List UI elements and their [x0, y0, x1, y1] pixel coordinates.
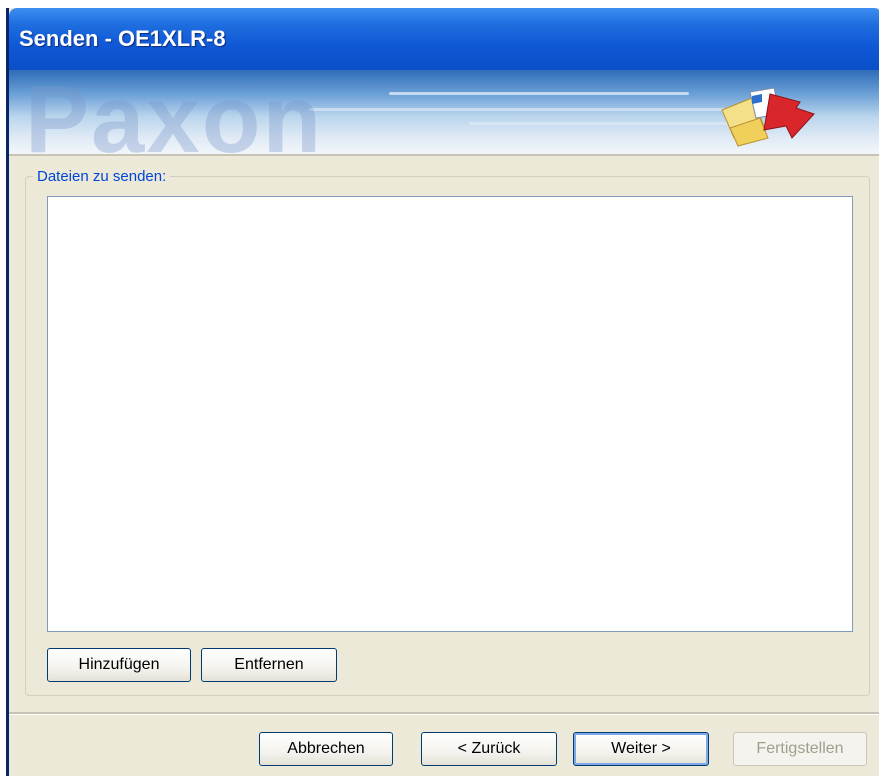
- next-button[interactable]: Weiter >: [573, 732, 709, 766]
- paxon-logo-text: Paxon: [25, 70, 324, 155]
- banner-divider: [9, 154, 879, 156]
- title-bar[interactable]: Senden - OE1XLR-8: [9, 8, 879, 70]
- cancel-button[interactable]: Abbrechen: [259, 732, 393, 766]
- files-group-label: Dateien zu senden:: [33, 168, 171, 185]
- back-button[interactable]: < Zurück: [421, 732, 557, 766]
- remove-file-button[interactable]: Entfernen: [201, 648, 337, 682]
- file-transfer-icon: [721, 87, 815, 147]
- window-title: Senden - OE1XLR-8: [19, 26, 226, 51]
- dialog-window: Senden - OE1XLR-8 Paxon Dateien zu sende…: [6, 8, 879, 776]
- add-file-button[interactable]: Hinzufügen: [47, 648, 191, 682]
- finish-button[interactable]: Fertigstellen: [733, 732, 867, 766]
- header-banner: Paxon: [9, 70, 879, 154]
- files-listbox[interactable]: [47, 196, 853, 632]
- footer-divider: [9, 712, 879, 715]
